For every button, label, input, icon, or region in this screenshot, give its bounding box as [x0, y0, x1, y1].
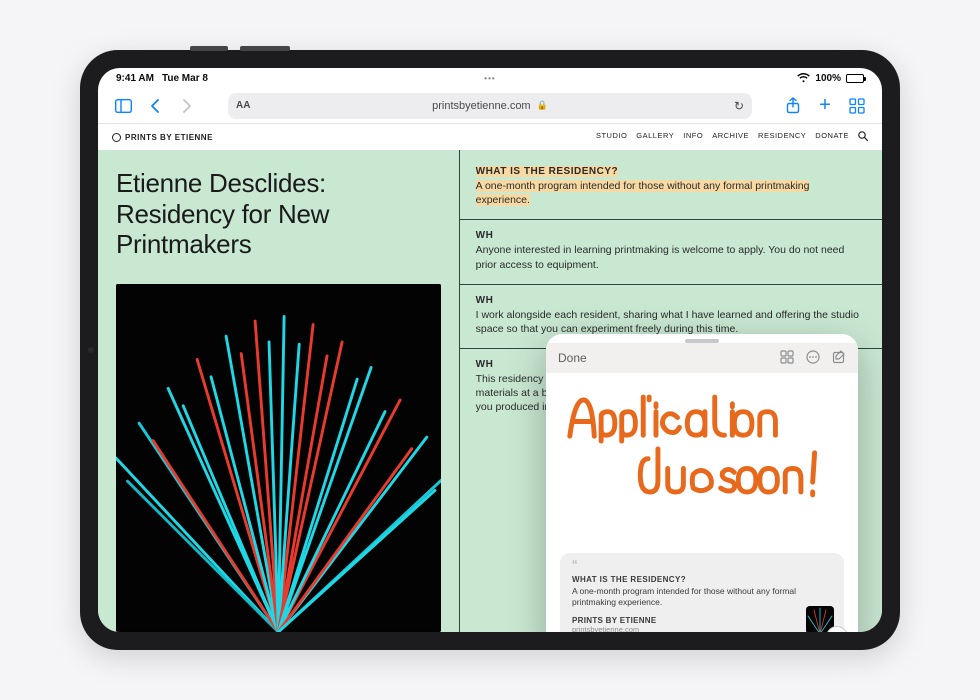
reader-aa-button[interactable]: AA — [236, 100, 250, 111]
handwriting-text — [560, 381, 844, 509]
nav-donate[interactable]: DONATE — [815, 131, 849, 144]
status-date: Tue Mar 8 — [162, 73, 208, 84]
clip-question: WHAT IS THE RESIDENCY? — [572, 575, 832, 584]
faq3-question: WH — [476, 295, 866, 306]
nav-info[interactable]: INFO — [683, 131, 703, 144]
battery-icon — [846, 74, 864, 83]
reload-button[interactable]: ↻ — [734, 99, 744, 113]
faq2-question: WH — [476, 230, 866, 241]
sidebar-toggle-button[interactable] — [112, 95, 134, 117]
site-nav: STUDIO GALLERY INFO ARCHIVE RESIDENCY DO… — [596, 131, 868, 144]
nav-residency[interactable]: RESIDENCY — [758, 131, 806, 144]
article-headline: Etienne Desclides: Residency for New Pri… — [116, 168, 441, 260]
screen: 9:41 AM Tue Mar 8 ••• 100% — [98, 68, 882, 632]
multitask-dots[interactable]: ••• — [484, 74, 495, 83]
article-hero-image — [116, 284, 441, 632]
wifi-icon — [797, 73, 810, 83]
site-brand[interactable]: PRINTS BY ETIENNE — [112, 133, 213, 142]
clip-source-title: PRINTS BY ETIENNE — [572, 616, 832, 625]
quote-icon: “ — [572, 563, 832, 571]
faq-block-1: WHAT IS THE RESIDENCY? A one-month progr… — [460, 150, 882, 220]
brand-name: PRINTS BY ETIENNE — [125, 133, 213, 142]
back-button[interactable] — [144, 95, 166, 117]
nav-archive[interactable]: ARCHIVE — [712, 131, 749, 144]
share-button[interactable] — [782, 95, 804, 117]
lock-icon: 🔒 — [537, 100, 548, 111]
new-tab-button[interactable]: + — [814, 95, 836, 117]
status-bar: 9:41 AM Tue Mar 8 ••• 100% — [98, 68, 882, 88]
battery-percent: 100% — [815, 73, 841, 84]
webpage-viewport[interactable]: PRINTS BY ETIENNE STUDIO GALLERY INFO AR… — [98, 124, 882, 632]
faq1-answer: A one-month program intended for those w… — [476, 180, 810, 206]
more-icon[interactable] — [806, 350, 820, 367]
faq3-answer: I work alongside each resident, sharing … — [476, 308, 866, 336]
article-left-column: Etienne Desclides: Residency for New Pri… — [98, 150, 459, 632]
note-canvas[interactable]: “ WHAT IS THE RESIDENCY? A one-month pro… — [546, 373, 858, 632]
status-time: 9:41 AM — [116, 73, 154, 84]
url-text: printsbyetienne.com — [432, 100, 530, 112]
volume-buttons — [240, 46, 290, 51]
quick-note-panel[interactable]: Done — [546, 334, 858, 632]
notes-grid-icon[interactable] — [780, 350, 794, 367]
done-button[interactable]: Done — [558, 351, 587, 365]
compose-icon[interactable] — [832, 350, 846, 367]
forward-button — [176, 95, 198, 117]
link-clip-card[interactable]: “ WHAT IS THE RESIDENCY? A one-month pro… — [560, 553, 844, 632]
brand-logo-icon — [112, 133, 121, 142]
site-header: PRINTS BY ETIENNE STUDIO GALLERY INFO AR… — [98, 124, 882, 150]
faq2-answer: Anyone interested in learning printmakin… — [476, 243, 866, 271]
ipad-device-frame: 9:41 AM Tue Mar 8 ••• 100% — [80, 50, 900, 650]
nav-gallery[interactable]: GALLERY — [636, 131, 674, 144]
nav-studio[interactable]: STUDIO — [596, 131, 627, 144]
safari-toolbar: AA printsbyetienne.com 🔒 ↻ + — [98, 88, 882, 124]
faq-block-2: WH Anyone interested in learning printma… — [460, 220, 882, 284]
clip-answer: A one-month program intended for those w… — [572, 586, 832, 608]
power-button — [190, 46, 228, 51]
faq1-question: WHAT IS THE RESIDENCY? — [476, 166, 618, 177]
clip-source-domain: printsbyetienne.com — [572, 625, 832, 632]
tabs-button[interactable] — [846, 95, 868, 117]
front-camera — [88, 347, 94, 353]
address-bar[interactable]: AA printsbyetienne.com 🔒 ↻ — [228, 93, 752, 119]
quick-note-toolbar: Done — [546, 343, 858, 373]
search-icon[interactable] — [858, 131, 868, 144]
